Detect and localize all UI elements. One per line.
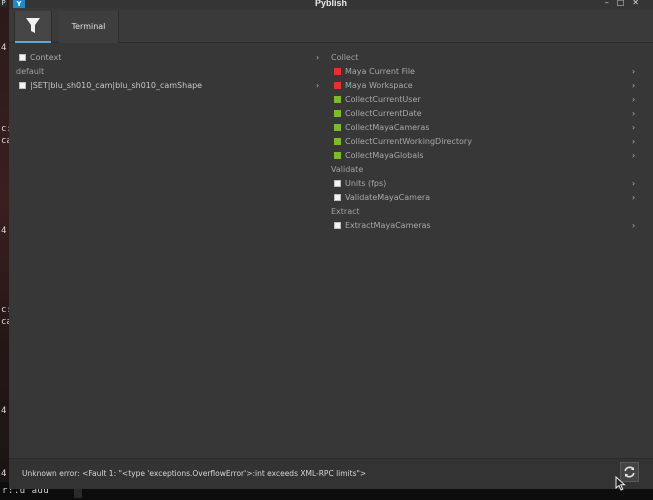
plugin-label: Maya Current File	[345, 67, 415, 76]
plugin-row[interactable]: Maya Workspace ›	[334, 79, 639, 93]
window-title: Pyblish	[314, 0, 347, 8]
chevron-right-icon[interactable]: ›	[316, 51, 319, 65]
plugin-label: CollectCurrentWorkingDirectory	[345, 137, 472, 146]
plugin-label: CollectMayaGlobals	[345, 151, 424, 160]
context-row[interactable]: Context ›	[19, 51, 324, 65]
plugin-row[interactable]: CollectCurrentUser ›	[334, 93, 639, 107]
plugin-label: CollectCurrentUser	[345, 95, 421, 104]
terminal-text: 4	[1, 469, 7, 479]
instance-checkbox[interactable]	[19, 82, 26, 89]
status-indicator	[334, 96, 341, 103]
chevron-right-icon[interactable]: ›	[632, 149, 635, 163]
status-indicator	[334, 124, 341, 131]
chevron-right-icon[interactable]: ›	[632, 65, 635, 79]
plugin-row[interactable]: CollectCurrentWorkingDirectory ›	[334, 135, 639, 149]
error-message: Unknown error: <Fault 1: "<type 'excepti…	[22, 469, 367, 478]
instance-group-label: default	[16, 67, 45, 76]
plugin-checkbox[interactable]	[334, 194, 341, 201]
plugin-checkbox[interactable]	[334, 180, 341, 187]
status-indicator	[334, 138, 341, 145]
terminal-text: 4	[1, 226, 7, 236]
plugin-label: Maya Workspace	[345, 81, 413, 90]
chevron-right-icon[interactable]: ›	[632, 121, 635, 135]
chevron-right-icon[interactable]: ›	[632, 79, 635, 93]
instance-label: |SET|blu_sh010_cam|blu_sh010_camShape	[30, 81, 203, 90]
plugin-label: ValidateMayaCamera	[345, 193, 431, 202]
section-validate: Validate	[331, 165, 364, 174]
plugin-row[interactable]: Maya Current File ›	[334, 65, 639, 79]
mouse-cursor-icon	[615, 476, 626, 491]
plugin-checkbox[interactable]	[334, 222, 341, 229]
close-icon[interactable]: ✕	[632, 0, 647, 7]
plugin-row[interactable]: CollectCurrentDate ›	[334, 107, 639, 121]
status-indicator	[334, 110, 341, 117]
tab-terminal-label: Terminal	[71, 22, 106, 31]
tab-filter[interactable]	[14, 11, 52, 43]
chevron-right-icon[interactable]: ›	[632, 219, 635, 233]
terminal-text: 4	[1, 43, 7, 53]
status-footer: Unknown error: <Fault 1: "<type 'excepti…	[9, 458, 653, 489]
plugin-row[interactable]: CollectMayaGlobals ›	[334, 149, 639, 163]
chevron-right-icon[interactable]: ›	[632, 135, 635, 149]
terminal-text: 4	[1, 406, 7, 416]
chevron-right-icon[interactable]: ›	[632, 93, 635, 107]
status-indicator	[334, 68, 341, 75]
status-indicator	[334, 82, 341, 89]
chevron-right-icon[interactable]: ›	[632, 177, 635, 191]
plugin-row[interactable]: Units (fps) ›	[334, 177, 639, 191]
context-checkbox[interactable]	[19, 54, 26, 61]
plugin-label: CollectCurrentDate	[345, 109, 422, 118]
plugin-label: CollectMayaCameras	[345, 123, 430, 132]
chevron-right-icon[interactable]: ›	[632, 107, 635, 121]
instance-row[interactable]: |SET|blu_sh010_cam|blu_sh010_camShape ›	[19, 79, 324, 93]
status-indicator	[334, 152, 341, 159]
maximize-icon[interactable]: □	[617, 0, 633, 7]
plugin-label: Units (fps)	[345, 179, 387, 188]
p-icon: P	[0, 0, 7, 7]
context-label: Context	[30, 53, 62, 62]
plugin-row[interactable]: CollectMayaCameras ›	[334, 121, 639, 135]
chevron-right-icon[interactable]: ›	[632, 191, 635, 205]
window-controls: –□✕	[605, 0, 647, 7]
minimize-icon[interactable]: –	[605, 0, 617, 7]
section-collect: Collect	[331, 53, 359, 62]
section-extract: Extract	[331, 207, 360, 216]
tab-terminal[interactable]: Terminal	[59, 11, 119, 43]
chevron-right-icon[interactable]: ›	[316, 79, 319, 93]
plugin-row[interactable]: ValidateMayaCamera ›	[334, 191, 639, 205]
plugin-row[interactable]: ExtractMayaCameras ›	[334, 219, 639, 233]
filter-icon	[26, 18, 40, 33]
plugin-label: ExtractMayaCameras	[345, 221, 431, 230]
titlebar: P Y Pyblish –□✕	[0, 0, 653, 8]
active-tab-indicator	[15, 41, 51, 43]
